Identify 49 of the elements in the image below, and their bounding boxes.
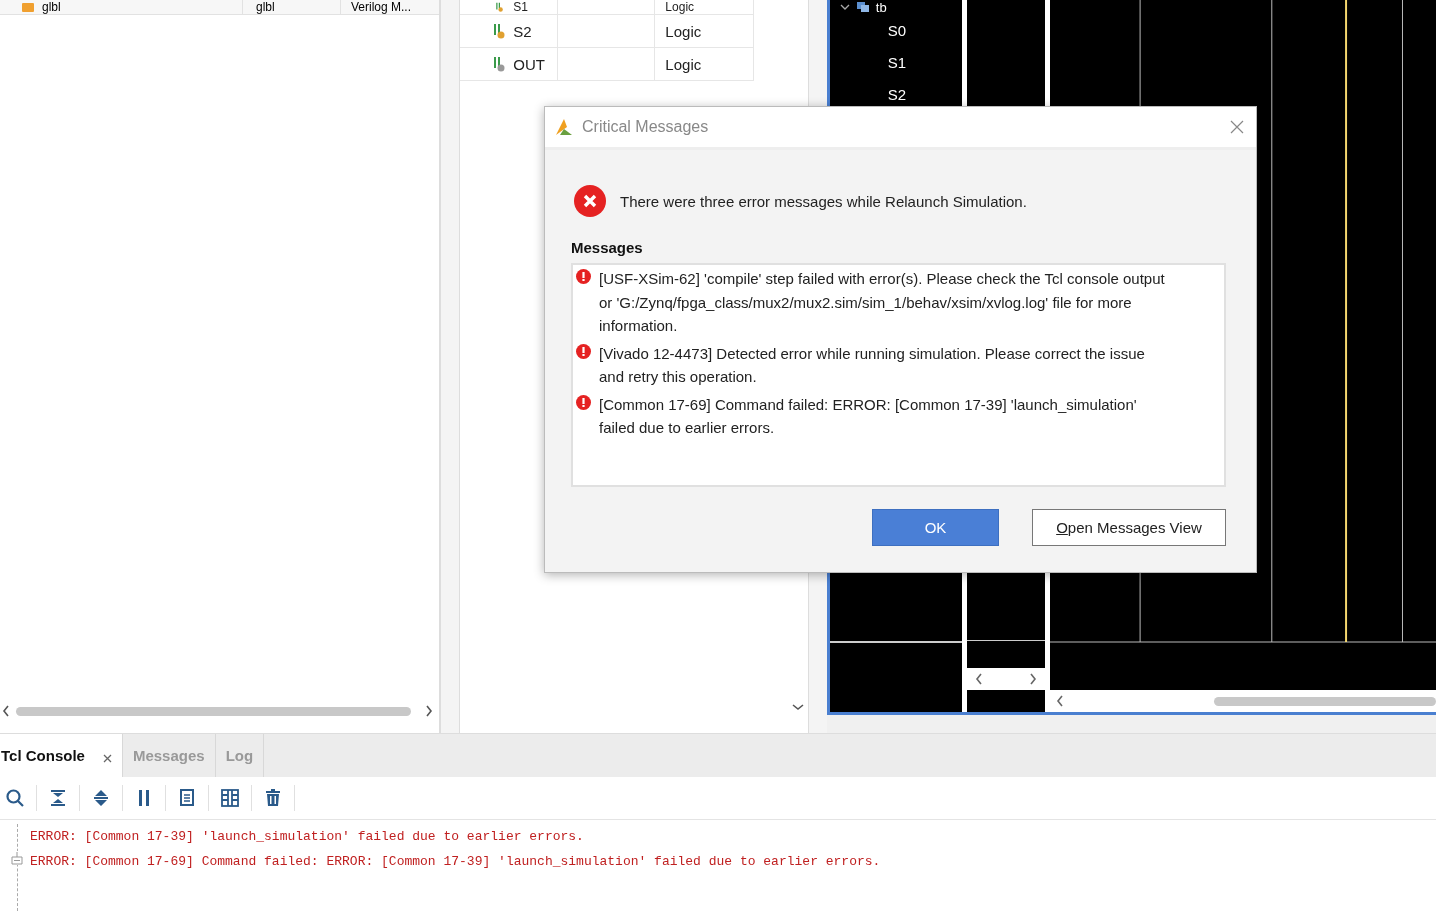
close-icon[interactable]: [102, 754, 112, 763]
scroll-left-icon[interactable]: [974, 673, 983, 685]
dialog-button[interactable]: OK: [872, 509, 999, 546]
collapse-icon[interactable]: [10, 851, 24, 865]
table-cell: Logic: [665, 55, 702, 73]
error-icon: [576, 269, 591, 284]
scrollbar-thumb[interactable]: [16, 706, 412, 716]
section-heading: Messages: [571, 239, 644, 256]
table-cell: Verilog M...: [351, 0, 412, 14]
message-text: [USF-XSim-62] 'compile' step failed with error(s). Please check the Tcl console output or 'G:/Zynq/fpga_class/mux2/mux2.sim/sim_1/behav/xsim/xvlog.log' file for more information.: [599, 269, 1166, 336]
scroll-right-icon[interactable]: [425, 705, 434, 717]
table-cell: glbl: [256, 0, 275, 14]
message-text: [Common 17-69] Command failed: ERROR: [Common 17-39] 'launch_simulation' failed due to earlier errors.: [599, 394, 1138, 438]
scroll-left-icon[interactable]: [1055, 695, 1064, 707]
message-text: [Vivado 12-4473] Detected error while running simulation. Please correct the issue and retry this operation.: [599, 343, 1146, 387]
caret-icon[interactable]: [839, 3, 850, 11]
error-icon: [574, 185, 606, 217]
scroll-right-icon[interactable]: [1028, 673, 1037, 685]
trash-icon[interactable]: [263, 788, 283, 808]
close-icon[interactable]: [1230, 120, 1244, 134]
collapse-all-icon[interactable]: [48, 788, 68, 808]
logo-icon: [554, 117, 574, 137]
expand-all-icon[interactable]: [91, 788, 111, 808]
table-cell: S2: [513, 22, 532, 40]
console-line: ERROR: [Common 17-69] Command failed: ERROR: [Common 17-39] 'launch_simulation' failed due to earlier errors.: [30, 853, 881, 871]
dialog-button[interactable]: Open Messages View: [1032, 509, 1226, 546]
module-icon: [855, 1, 870, 13]
error-icon: [576, 394, 591, 410]
table-cell: Logic: [665, 22, 702, 40]
error-icon: [576, 343, 591, 359]
summary-text: There were three error messages while Relaunch Simulation.: [620, 192, 1027, 210]
console-line: ERROR: [Common 17-39] 'launch_simulation' failed due to earlier errors.: [30, 828, 585, 846]
scope-name[interactable]: tb: [875, 0, 887, 15]
console-tab[interactable]: Tcl Console: [0, 734, 123, 777]
file-icon: [22, 2, 34, 12]
scroll-left-icon[interactable]: [2, 705, 10, 717]
scroll-down-icon[interactable]: [791, 703, 804, 711]
table-cell: Logic: [665, 0, 695, 14]
columns-icon[interactable]: [220, 788, 240, 808]
search-icon[interactable]: [5, 788, 25, 808]
copy-icon[interactable]: [177, 788, 197, 808]
signal-name[interactable]: S2: [887, 85, 907, 103]
signal-name[interactable]: S0: [887, 21, 907, 39]
table-cell: OUT: [513, 55, 546, 73]
table-cell: S1: [513, 0, 529, 14]
dialog-title: Critical Messages: [582, 118, 709, 136]
signal-name[interactable]: S1: [887, 53, 907, 71]
scrollbar-thumb[interactable]: [1213, 696, 1436, 706]
table-cell: glbl: [42, 0, 61, 14]
